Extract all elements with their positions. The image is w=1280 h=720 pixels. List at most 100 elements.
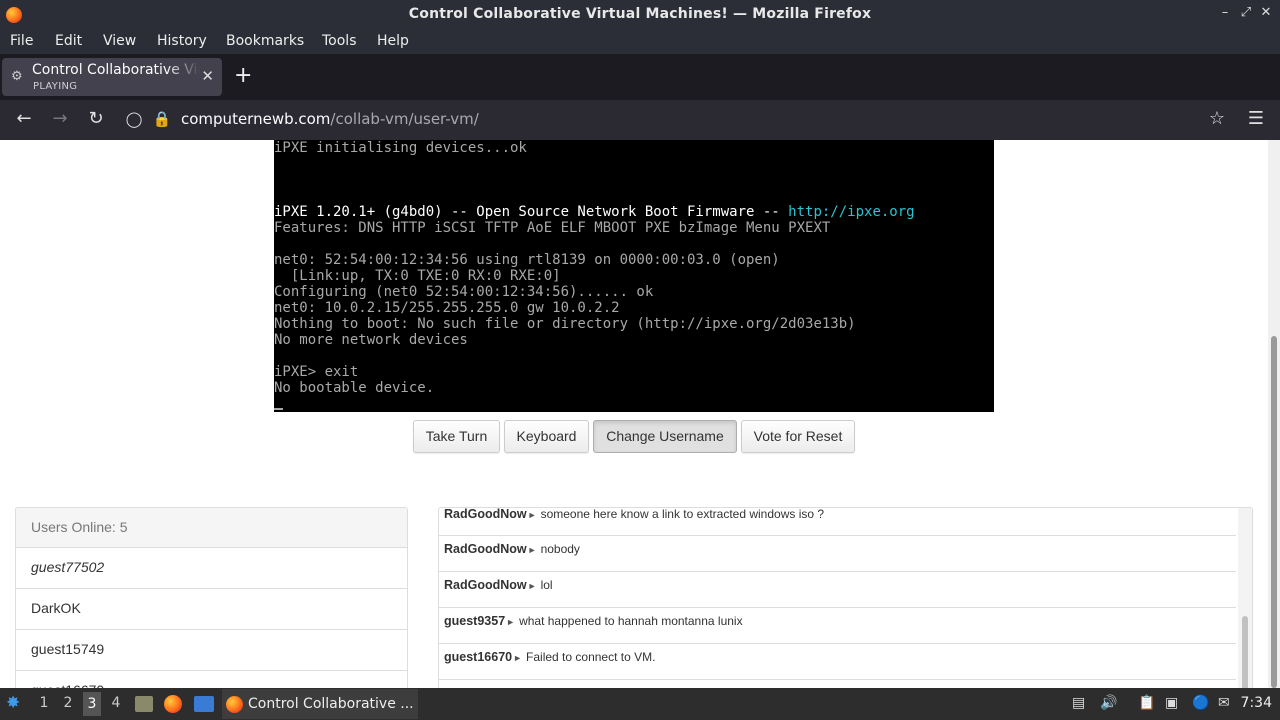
taskbar-task-firefox[interactable]: Control Collaborative ... <box>222 689 418 719</box>
maximize-icon[interactable]: ⤢ <box>1236 5 1256 20</box>
menu-edit[interactable]: Edit <box>55 33 82 49</box>
volume-icon[interactable]: 🔊 <box>1100 695 1117 711</box>
chat-message: guest9357► what happened to hannah montan… <box>439 608 1236 644</box>
users-panel: Users Online: 5 guest77502 DarkOK guest1… <box>15 507 408 688</box>
chat-text: someone here know a link to extracted wi… <box>540 507 825 521</box>
mail-icon[interactable]: ✉ <box>1218 695 1230 711</box>
chat-message: RadGoodNow► someone here know a link to e… <box>439 507 1236 536</box>
url-bar[interactable]: computernewb.com/collab-vm/user-vm/ <box>181 110 479 128</box>
tab-strip: ⚙ Control Collaborative Virtual Machines… <box>0 54 1280 100</box>
console-line: No more network devices <box>274 332 468 348</box>
chat-username: guest16670 <box>444 650 513 664</box>
bluetooth-icon[interactable]: 🔵 <box>1192 695 1209 711</box>
chat-username: RadGoodNow <box>444 542 527 556</box>
monitor-icon[interactable]: ▣ <box>1165 695 1178 711</box>
firefox-launcher-icon[interactable] <box>164 695 182 713</box>
workspace-1[interactable]: 1 <box>35 695 53 711</box>
console-link: http://ipxe.org <box>788 204 915 220</box>
start-menu-icon[interactable]: ✸ <box>6 693 20 713</box>
navigation-bar: ← → ↻ ◯ 🔒 computernewb.com/collab-vm/use… <box>0 100 1280 140</box>
keyboard-button[interactable]: Keyboard <box>504 420 589 453</box>
console-line: net0: 52:54:00:12:34:56 using rtl8139 on… <box>274 252 780 268</box>
close-window-icon[interactable]: ✕ <box>1256 5 1276 20</box>
console-line: iPXE> exit <box>274 364 359 380</box>
user-item[interactable]: guest77502 <box>16 548 407 589</box>
clipboard-icon[interactable]: 📋 <box>1138 695 1155 711</box>
take-turn-button[interactable]: Take Turn <box>413 420 500 453</box>
new-tab-icon[interactable]: + <box>234 64 252 88</box>
user-item[interactable]: guest16670 <box>16 671 407 688</box>
chat-arrow-icon: ► <box>527 581 537 591</box>
menu-file[interactable]: File <box>10 33 33 49</box>
chat-username: RadGoodNow <box>444 578 527 592</box>
vote-reset-button[interactable]: Vote for Reset <box>741 420 855 453</box>
menu-bar: File Edit View History Bookmarks Tools H… <box>0 30 1280 54</box>
workspace-2[interactable]: 2 <box>59 695 77 711</box>
forward-icon[interactable]: → <box>49 109 71 129</box>
user-item[interactable]: guest15749 <box>16 630 407 671</box>
chat-username: guest9357 <box>444 614 506 628</box>
chat-message: guest16670► Failed to connect to VM. <box>439 644 1236 680</box>
console-line: Nothing to boot: No such file or directo… <box>274 316 856 332</box>
workspace-3[interactable]: 3 <box>83 692 101 716</box>
console-line: Features: DNS HTTP iSCSI TFTP AoE ELF MB… <box>274 220 831 236</box>
console-line: iPXE initialising devices...ok <box>274 140 527 156</box>
users-online-header: Users Online: 5 <box>16 508 407 548</box>
file-manager-icon[interactable] <box>135 696 153 712</box>
chat-username: RadGoodNow <box>444 507 527 521</box>
window-titlebar: Control Collaborative Virtual Machines! … <box>0 0 1280 30</box>
menu-tools[interactable]: Tools <box>322 33 357 49</box>
tab-title: Control Collaborative Virtual Machines! <box>32 62 200 78</box>
chat-panel: RadGoodNow► someone here know a link to e… <box>438 507 1253 688</box>
user-item[interactable]: DarkOK <box>16 589 407 630</box>
shield-icon[interactable]: ◯ <box>123 109 145 129</box>
hamburger-menu-icon[interactable]: ☰ <box>1245 109 1267 129</box>
firefox-task-icon <box>226 696 243 713</box>
chat-message: RadGoodNow► nobody <box>439 536 1236 572</box>
tray-box-icon[interactable]: ▤ <box>1072 695 1085 711</box>
browser-tab[interactable]: ⚙ Control Collaborative Virtual Machines… <box>2 58 222 96</box>
chat-arrow-icon: ► <box>527 510 537 520</box>
menu-help[interactable]: Help <box>377 33 409 49</box>
clock: 7:34 <box>1240 695 1272 711</box>
page-scrollbar[interactable] <box>1268 140 1280 688</box>
vm-display[interactable]: iPXE initialising devices...ok iPXE 1.20.… <box>274 140 994 412</box>
lock-icon[interactable]: 🔒 <box>151 109 173 129</box>
chat-message: RadGoodNow► lol <box>439 572 1236 608</box>
console-line: No bootable device. <box>274 380 435 396</box>
change-username-button[interactable]: Change Username <box>593 420 737 453</box>
console-line: Configuring (net0 52:54:00:12:34:56)....… <box>274 284 654 300</box>
page-scrollbar-thumb[interactable] <box>1271 336 1277 688</box>
menu-history[interactable]: History <box>157 33 207 49</box>
chat-text: lol <box>540 578 553 592</box>
tab-close-icon[interactable]: ✕ <box>201 67 214 85</box>
terminal-icon[interactable] <box>194 696 214 712</box>
console-line: [Link:up, TX:0 TXE:0 RX:0 RXE:0] <box>274 268 561 284</box>
console-cursor <box>274 408 283 410</box>
console-line: iPXE 1.20.1+ (g4bd0) -- Open Source Netw… <box>274 204 915 220</box>
workspace-4[interactable]: 4 <box>107 695 125 711</box>
back-icon[interactable]: ← <box>13 109 35 129</box>
task-title: Control Collaborative ... <box>248 696 414 712</box>
chat-arrow-icon: ► <box>527 545 537 555</box>
bookmark-star-icon[interactable]: ☆ <box>1206 109 1228 129</box>
tab-playing-label: PLAYING <box>33 81 78 92</box>
menu-view[interactable]: View <box>103 33 136 49</box>
chat-arrow-icon: ► <box>506 617 516 627</box>
chat-text: nobody <box>540 542 580 556</box>
chat-scrollbar[interactable] <box>1238 508 1252 688</box>
chat-scrollbar-thumb[interactable] <box>1242 616 1248 688</box>
chat-text: what happened to hannah montanna lunix <box>519 614 743 628</box>
chat-arrow-icon: ► <box>513 653 523 663</box>
menu-bookmarks[interactable]: Bookmarks <box>226 33 304 49</box>
gear-icon: ⚙ <box>11 69 23 84</box>
window-title: Control Collaborative Virtual Machines! … <box>408 6 872 22</box>
page-content: iPXE initialising devices...ok iPXE 1.20.… <box>0 140 1268 688</box>
taskbar: ✸ 1 2 3 4 Control Collaborative ... ▤ 🔊 … <box>0 688 1280 720</box>
minimize-icon[interactable]: – <box>1215 5 1235 20</box>
url-path: /collab-vm/user-vm/ <box>330 110 479 128</box>
console-line: net0: 10.0.2.15/255.255.255.0 gw 10.0.2.… <box>274 300 620 316</box>
reload-icon[interactable]: ↻ <box>85 109 107 129</box>
chat-text: Failed to connect to VM. <box>526 650 656 664</box>
url-domain: computernewb.com <box>181 110 331 128</box>
